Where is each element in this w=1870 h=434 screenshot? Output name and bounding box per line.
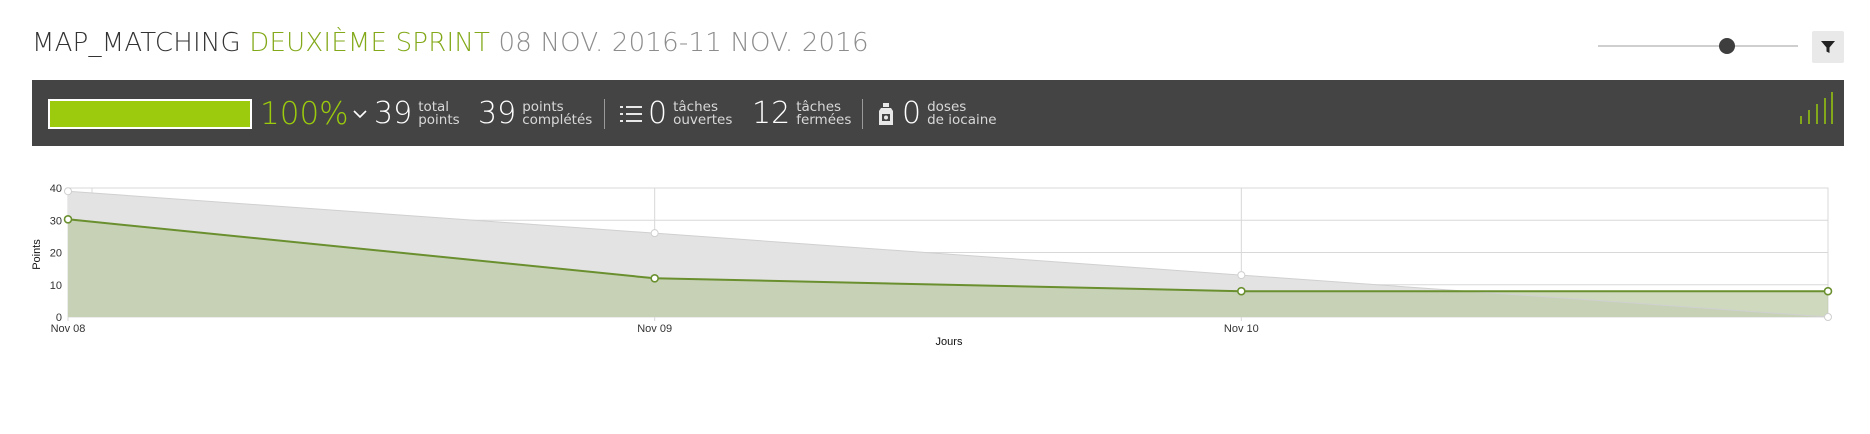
iocaine-label: doses de iocaine (927, 100, 997, 128)
open-tasks-stat: 0 tâches ouvertes (620, 94, 732, 134)
iocaine-stat: 0 doses de iocaine (878, 94, 997, 134)
closed-tasks-stat: 12 tâches fermées (752, 94, 851, 134)
completed-label-line2: complétés (522, 112, 593, 128)
sprint-summary-bar: 100% 39 total points 39 points complétés (32, 80, 1844, 146)
progress-fill (50, 101, 250, 127)
iocaine-bottle-icon (878, 103, 894, 125)
series-ideal-point[interactable] (1824, 313, 1832, 321)
iocaine-label-line2: de iocaine (927, 112, 997, 128)
y-tick-label: 20 (50, 248, 62, 260)
slider-track (1598, 45, 1798, 47)
open-label-line2: ouvertes (673, 112, 733, 128)
task-list-icon (620, 104, 642, 124)
series-real-point[interactable] (1237, 286, 1246, 296)
sprint-name: DEUXIÈME SPRINT (249, 28, 491, 58)
filter-icon (1820, 39, 1836, 55)
completed-points-stat: 39 points complétés (478, 94, 592, 134)
progress-bar (48, 99, 252, 129)
series-real-point[interactable] (1823, 286, 1833, 296)
y-tick-label: 30 (50, 215, 62, 227)
x-axis-label: Jours (936, 336, 963, 348)
x-tick-label: Nov 08 (51, 323, 86, 335)
completed-points-value: 39 (478, 96, 517, 131)
divider (604, 99, 605, 129)
iocaine-value: 0 (902, 96, 922, 131)
series-real-point[interactable] (650, 274, 659, 283)
total-points-value: 39 (374, 96, 413, 131)
open-tasks-label: tâches ouvertes (673, 100, 733, 128)
y-tick-label: 10 (50, 280, 62, 292)
x-tick-label: Nov 10 (1224, 323, 1259, 335)
total-points-label: total points (418, 100, 460, 128)
chevron-down-icon[interactable] (352, 108, 368, 120)
sprint-title: MAP_MATCHING DEUXIÈME SPRINT 08 NOV. 201… (32, 28, 869, 58)
completion-percent: 100% (260, 94, 349, 134)
filter-button[interactable] (1812, 31, 1844, 63)
signal-bars-icon (1798, 92, 1834, 126)
series-real-point[interactable] (63, 214, 73, 224)
project-name: MAP_MATCHING (32, 28, 241, 58)
y-axis-label: Points (31, 239, 43, 270)
divider (862, 99, 863, 129)
burndown-chart-svg: 010203040Nov 08 Nov 09 Nov 10JoursPoints (31, 183, 1833, 348)
series-ideal-point[interactable] (650, 229, 659, 238)
series-ideal-point[interactable] (1237, 271, 1246, 280)
total-points-stat: 39 total points (352, 94, 460, 134)
total-label-line2: points (418, 112, 460, 128)
slider-thumb[interactable] (1719, 38, 1735, 54)
burndown-chart: 0 10 20 30 40 Nov 08 Nov 09 Nov 10 Jours Points (0, 170, 1870, 429)
closed-tasks-value: 12 (752, 96, 791, 131)
x-tick-label: Nov 09 (637, 323, 672, 335)
percent-value: 100% (260, 95, 349, 132)
closed-tasks-label: tâches fermées (796, 100, 852, 128)
closed-label-line2: fermées (796, 112, 852, 128)
sprint-dates: 08 NOV. 2016-11 NOV. 2016 (498, 28, 869, 58)
graph-toggle-button[interactable] (1798, 92, 1834, 131)
y-tick-label: 40 (50, 183, 62, 195)
series-ideal-point[interactable] (64, 187, 72, 196)
open-tasks-value: 0 (648, 96, 668, 131)
zoom-slider[interactable] (1598, 36, 1798, 56)
completed-points-label: points complétés (522, 100, 593, 128)
